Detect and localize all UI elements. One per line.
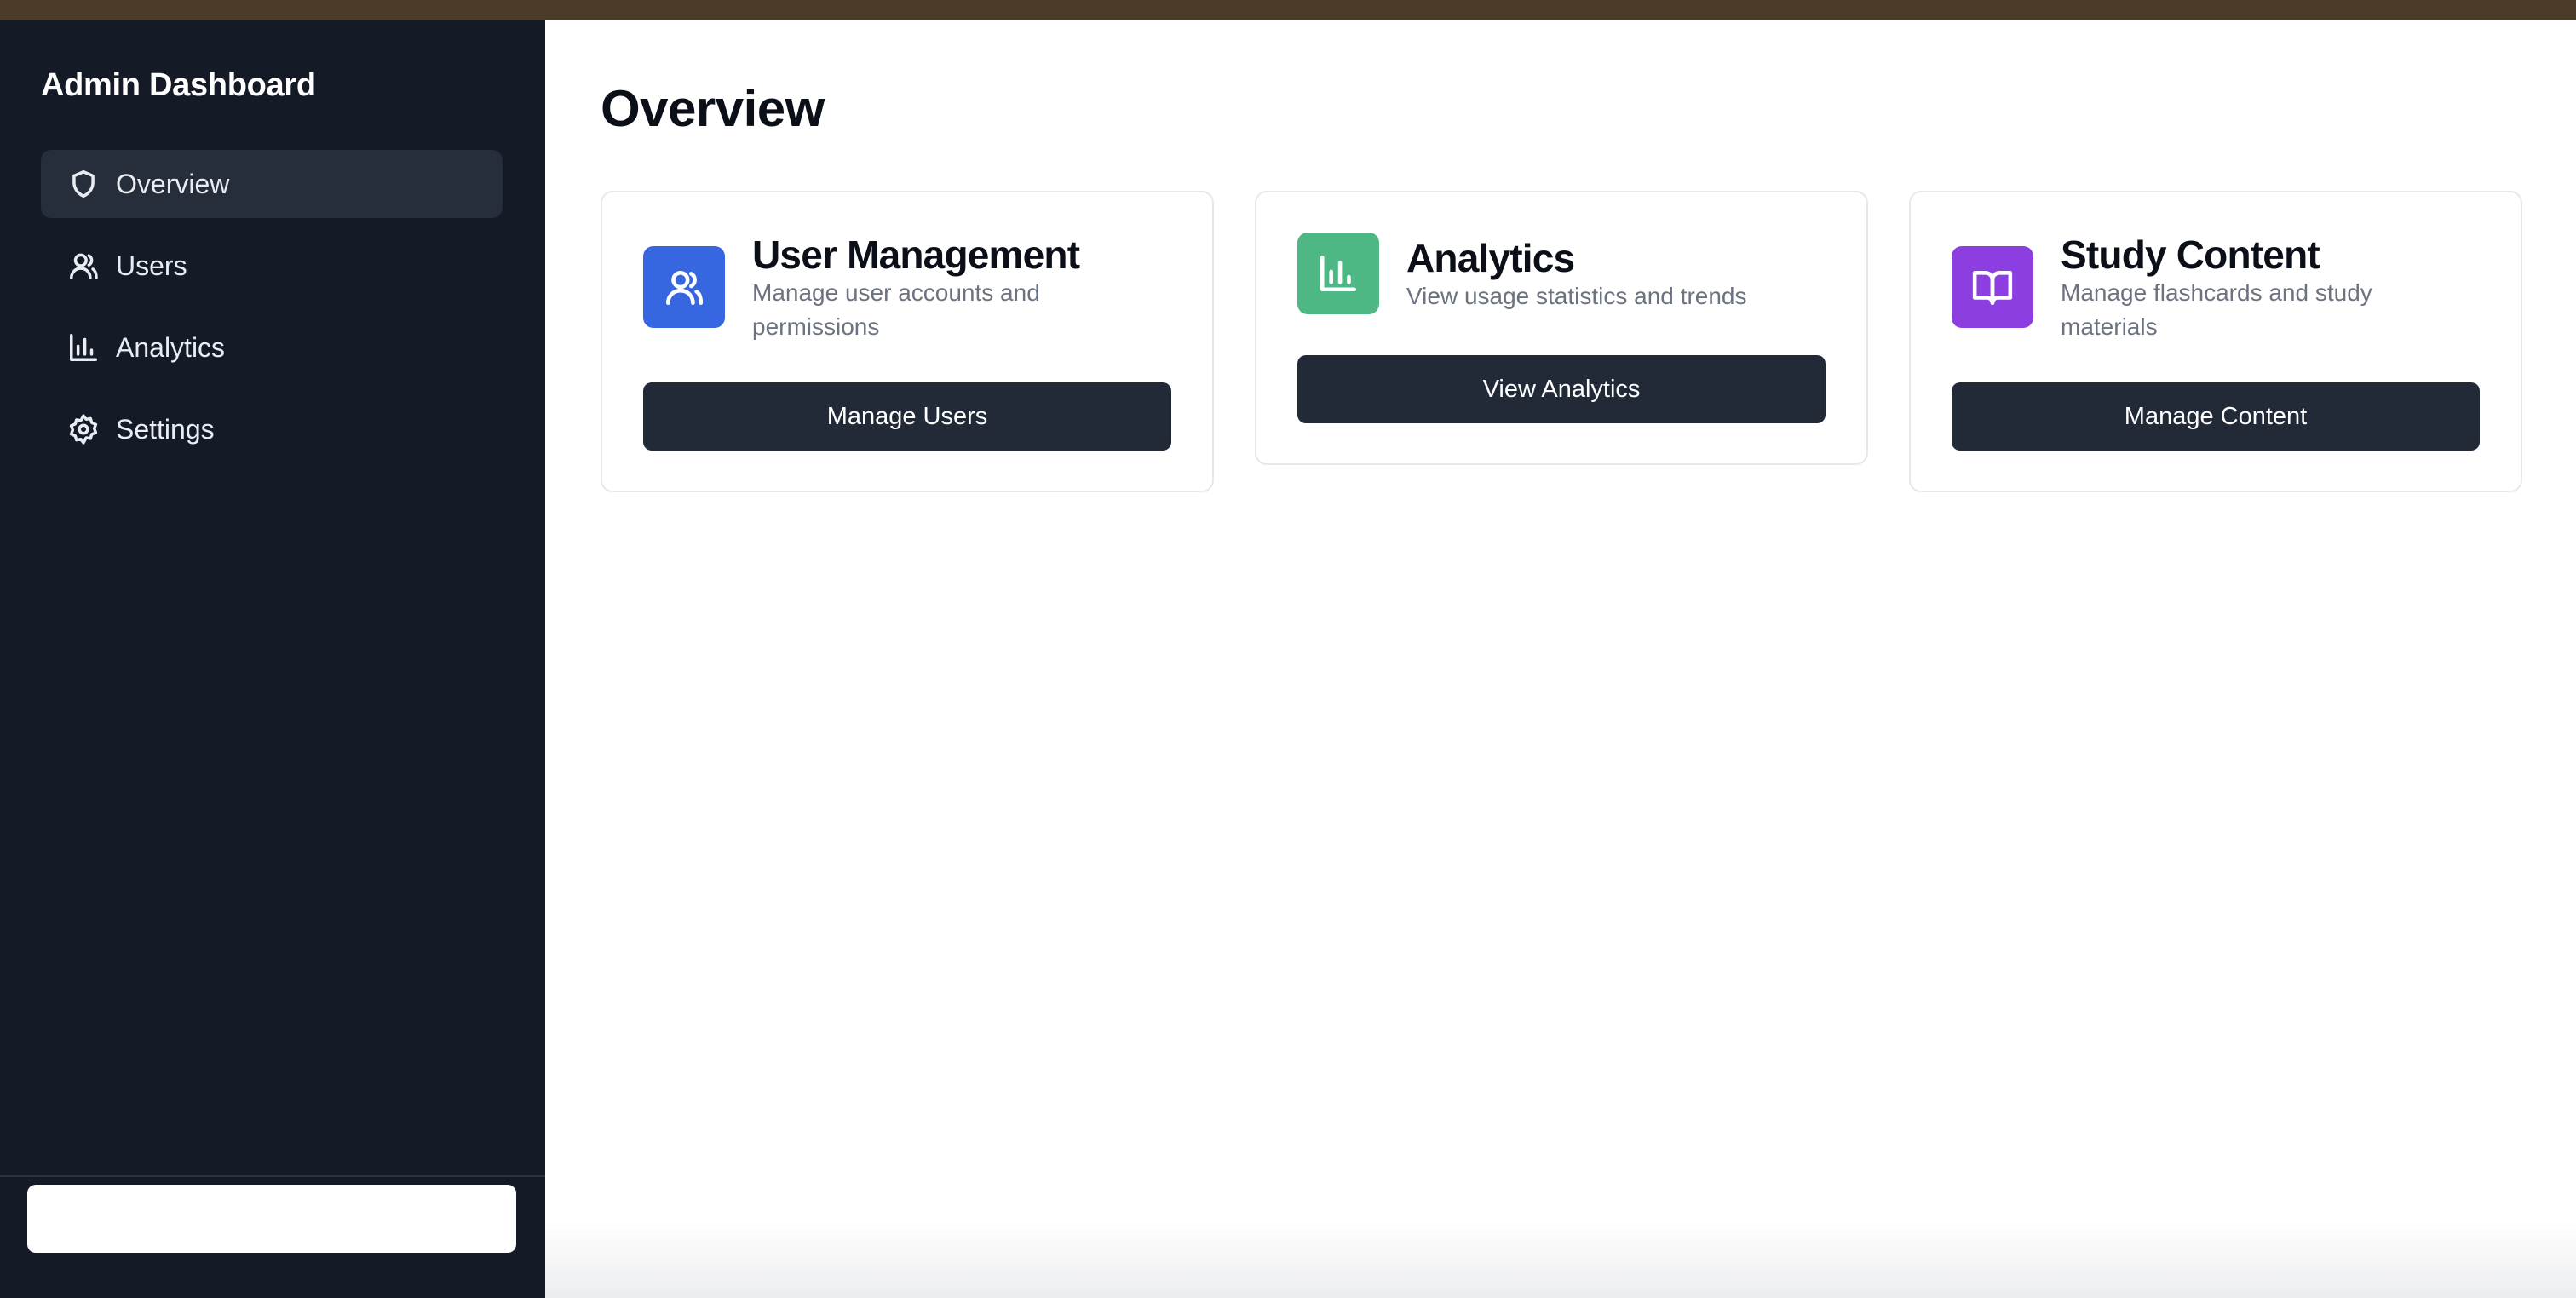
manage-users-button[interactable]: Manage Users [643, 382, 1171, 451]
page-title: Overview [601, 80, 825, 137]
view-analytics-button[interactable]: View Analytics [1297, 355, 1826, 423]
sidebar-item-settings[interactable]: Settings [41, 395, 503, 463]
manage-content-button[interactable]: Manage Content [1952, 382, 2480, 451]
book-open-icon [1972, 271, 2013, 306]
card-title: Analytics [1406, 236, 1575, 280]
sidebar: Admin Dashboard Overview Users Analytics… [0, 20, 545, 1298]
main-content: Overview User Management Manage user acc… [545, 20, 2576, 1298]
gear-icon [66, 412, 101, 446]
card-icon-badge [643, 246, 725, 328]
card-description: View usage statistics and trends [1406, 283, 1747, 309]
bottom-shadow [545, 1221, 2576, 1298]
card-title: User Management [752, 233, 1080, 277]
users-icon [665, 271, 704, 306]
sidebar-item-label: Analytics [116, 331, 226, 363]
sidebar-item-users[interactable]: Users [41, 232, 503, 300]
users-icon [66, 249, 101, 283]
sidebar-footer-button[interactable] [27, 1185, 516, 1253]
sidebar-nav: Overview Users Analytics Settings [41, 150, 503, 477]
card-study-content: Study Content Manage flashcards and stud… [1909, 191, 2522, 492]
sidebar-item-analytics[interactable]: Analytics [41, 313, 503, 382]
sidebar-item-label: Users [116, 250, 187, 281]
card-description: Manage flashcards and study materials [2061, 279, 2372, 340]
card-analytics: Analytics View usage statistics and tren… [1255, 191, 1868, 465]
card-user-management: User Management Manage user accounts and… [601, 191, 1214, 492]
sidebar-item-label: Overview [116, 168, 230, 199]
card-icon-badge [1952, 246, 2033, 328]
card-description: Manage user accounts and permissions [752, 279, 1040, 340]
shield-icon [66, 167, 101, 201]
bar-chart-icon [1320, 255, 1357, 292]
card-title: Study Content [2061, 233, 2320, 277]
sidebar-divider [0, 1175, 545, 1177]
card-icon-badge [1297, 233, 1379, 314]
sidebar-item-label: Settings [116, 413, 215, 445]
window-top-bar [0, 0, 2576, 20]
bar-chart-icon [66, 330, 101, 365]
sidebar-title: Admin Dashboard [41, 67, 316, 103]
sidebar-item-overview[interactable]: Overview [41, 150, 503, 218]
